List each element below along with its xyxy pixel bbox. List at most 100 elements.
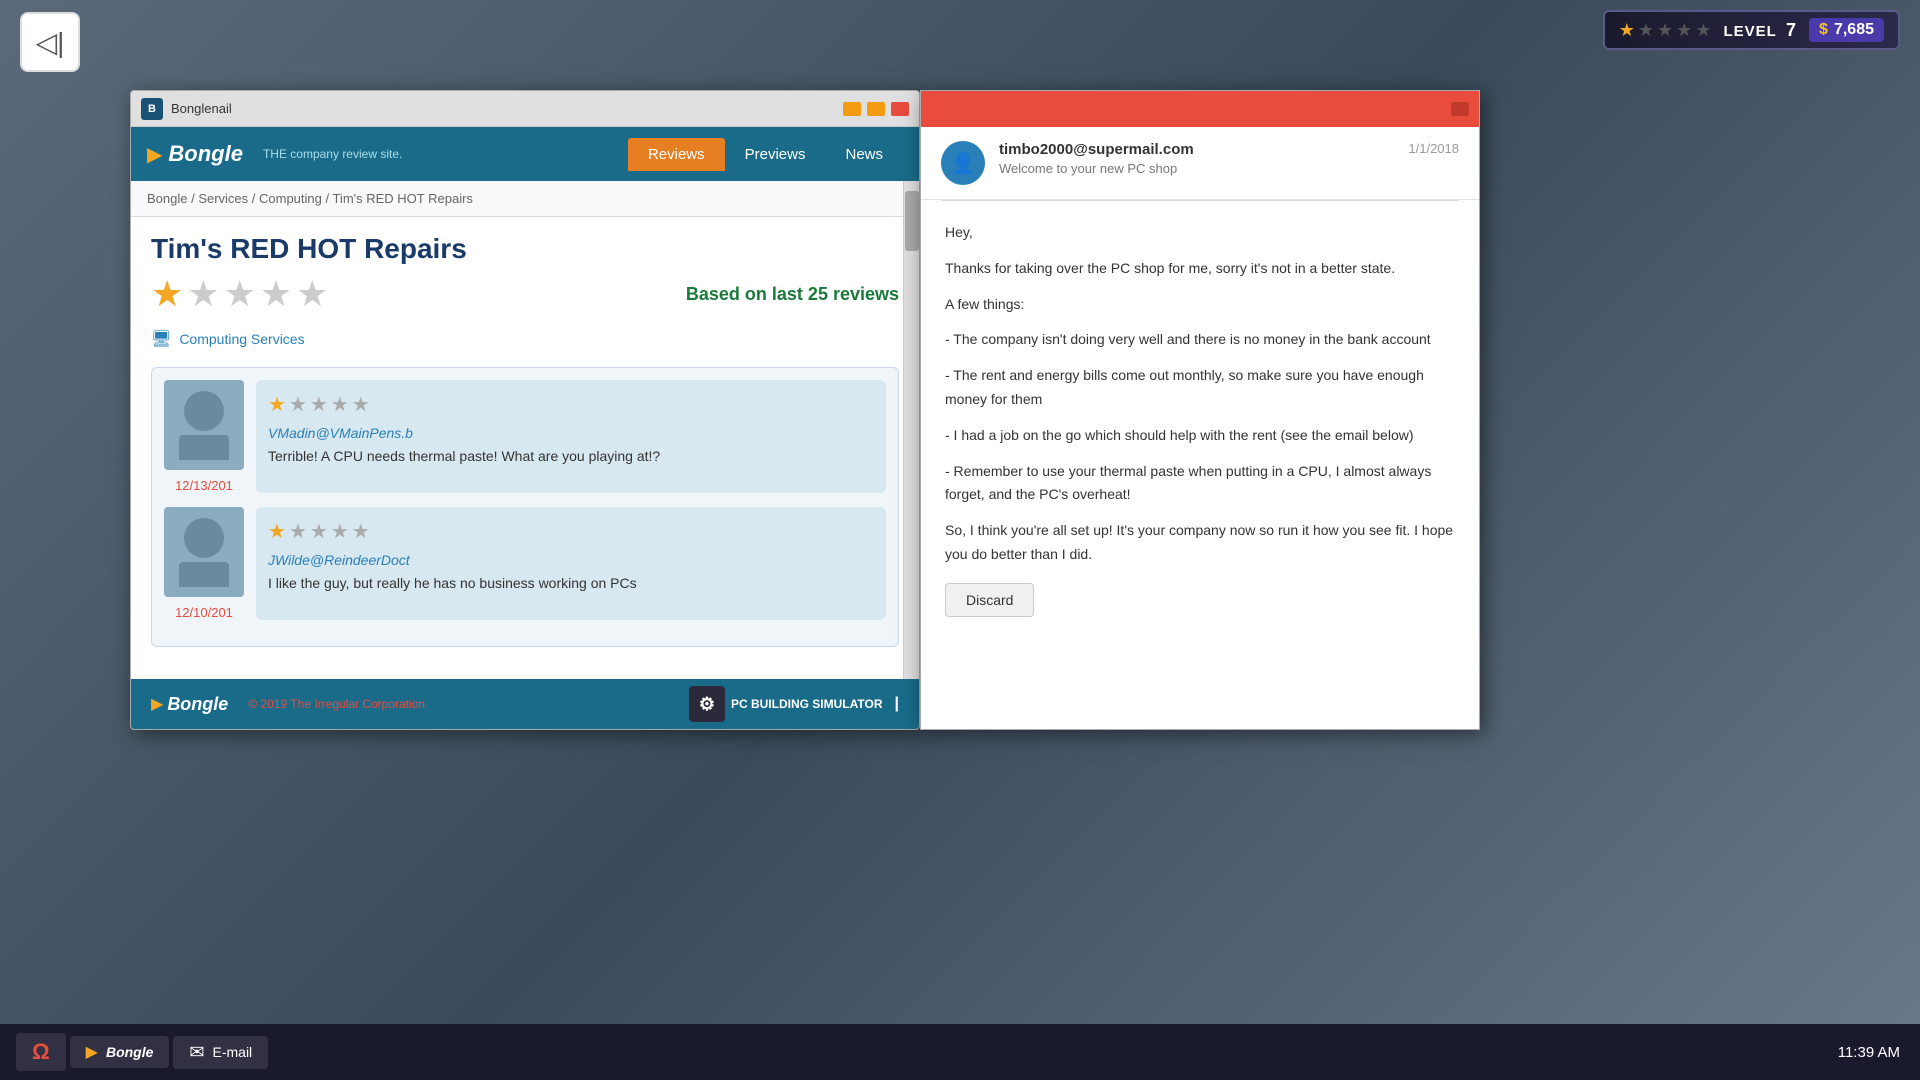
- avatar-head-1: [184, 391, 224, 431]
- listing-area: Tim's RED HOT Repairs ★ ★ ★ ★ ★ Based on…: [131, 217, 919, 663]
- review-content-2: ★ ★ ★ ★ ★ JWilde@ReindeerDoct I like the…: [256, 507, 886, 620]
- bongle-arrow-icon: ▶: [147, 142, 162, 167]
- rev-star-1-1: ★: [268, 392, 286, 417]
- rev-star-1-2: ★: [289, 392, 307, 417]
- listing-star-4: ★: [260, 273, 292, 315]
- taskbar-item-bongle[interactable]: ▶ Bongle: [70, 1036, 170, 1068]
- email-header: 👤 timbo2000@supermail.com Welcome to you…: [921, 127, 1479, 200]
- reviews-container: 12/13/201 ★ ★ ★ ★ ★ VMadin@VMainPens.b T…: [151, 367, 899, 647]
- bongle-window: B Bonglenail ▶ Bongle THE company review…: [130, 90, 920, 730]
- avatar-body-1: [179, 435, 229, 460]
- bongle-logo: ▶ Bongle: [147, 141, 243, 167]
- review-stars-2: ★ ★ ★ ★ ★: [268, 519, 874, 544]
- bongle-tagline: THE company review site.: [263, 147, 608, 161]
- hud-star-5: ★: [1695, 20, 1711, 41]
- footer-bongle-text: Bongle: [167, 694, 228, 715]
- footer-arrow-icon: ▶: [151, 694, 163, 714]
- taskbar-item-omega[interactable]: Ω: [16, 1033, 66, 1071]
- avatar-body-2: [179, 562, 229, 587]
- email-titlebar: [921, 91, 1479, 127]
- hud-stars: ★ ★ ★ ★ ★: [1619, 20, 1712, 41]
- tab-previews[interactable]: Previews: [725, 138, 826, 171]
- review-text-2: I like the guy, but really he has no bus…: [268, 574, 874, 594]
- email-body: Hey, Thanks for taking over the PC shop …: [921, 201, 1479, 730]
- email-window: 👤 timbo2000@supermail.com Welcome to you…: [920, 90, 1480, 730]
- rev-star-1-5: ★: [352, 392, 370, 417]
- scrollbar-track[interactable]: [903, 181, 919, 681]
- review-stars-1: ★ ★ ★ ★ ★: [268, 392, 874, 417]
- hud-level-value: 7: [1786, 20, 1797, 40]
- hud-star-4: ★: [1676, 20, 1692, 41]
- rev-star-2-4: ★: [331, 519, 349, 544]
- taskbar-bongle-label: Bongle: [106, 1044, 153, 1060]
- email-line-6: - I had a job on the go which should hel…: [945, 424, 1455, 448]
- footer-copyright: © 2019 The Irregular Corporation: [248, 697, 669, 711]
- listing-stars: ★ ★ ★ ★ ★: [151, 273, 328, 315]
- listing-stars-row: ★ ★ ★ ★ ★ Based on last 25 reviews: [151, 273, 899, 315]
- reviewer-2: 12/10/201: [164, 507, 244, 620]
- minimize-button[interactable]: [843, 102, 861, 116]
- back-button[interactable]: ◁|: [20, 12, 80, 72]
- email-date: 1/1/2018: [1408, 141, 1459, 156]
- footer-pc-logo: ⚙ PC BUILDING SIMULATOR |: [689, 686, 899, 722]
- email-line-1: Hey,: [945, 221, 1455, 245]
- email-line-3: A few things:: [945, 293, 1455, 317]
- back-arrow-icon: ◁|: [36, 26, 65, 59]
- hud-star-1: ★: [1619, 20, 1635, 41]
- bongle-footer: ▶ Bongle © 2019 The Irregular Corporatio…: [131, 679, 919, 729]
- reviewer-avatar-1: [164, 380, 244, 470]
- reviewer-1: 12/13/201: [164, 380, 244, 493]
- reviewer-name-2: JWilde@ReindeerDoct: [268, 552, 874, 568]
- email-from: timbo2000@supermail.com Welcome to your …: [999, 141, 1394, 176]
- email-line-7: - Remember to use your thermal paste whe…: [945, 460, 1455, 508]
- footer-pc-label: PC BUILDING SIMULATOR: [731, 697, 883, 711]
- window-title: Bonglenail: [171, 101, 835, 116]
- tab-reviews[interactable]: Reviews: [628, 138, 725, 171]
- email-close-button[interactable]: [1451, 102, 1469, 116]
- email-line-4: - The company isn't doing very well and …: [945, 328, 1455, 352]
- review-date-1: 12/13/201: [175, 478, 233, 493]
- review-item-2: 12/10/201 ★ ★ ★ ★ ★ JWilde@ReindeerDoct …: [164, 507, 886, 620]
- footer-pc-icon: ⚙: [689, 686, 725, 722]
- bongle-navbar: ▶ Bongle THE company review site. Review…: [131, 127, 919, 181]
- email-line-2: Thanks for taking over the PC shop for m…: [945, 257, 1455, 281]
- hud-star-2: ★: [1638, 20, 1654, 41]
- maximize-button[interactable]: [867, 102, 885, 116]
- rev-star-1-4: ★: [331, 392, 349, 417]
- review-item-1: 12/13/201 ★ ★ ★ ★ ★ VMadin@VMainPens.b T…: [164, 380, 886, 493]
- review-text-1: Terrible! A CPU needs thermal paste! Wha…: [268, 447, 874, 467]
- close-button[interactable]: [891, 102, 909, 116]
- rev-star-2-3: ★: [310, 519, 328, 544]
- listing-star-1: ★: [151, 273, 183, 315]
- avatar-icon: 👤: [951, 151, 976, 176]
- taskbar: Ω ▶ Bongle ✉ E-mail 11:39 AM: [0, 1024, 1920, 1080]
- hud-money: $ 7,685: [1809, 18, 1884, 42]
- email-line-5: - The rent and energy bills come out mon…: [945, 364, 1455, 412]
- rev-star-2-1: ★: [268, 519, 286, 544]
- taskbar-clock: 11:39 AM: [1838, 1044, 1900, 1061]
- balance-amount: 7,685: [1834, 21, 1874, 39]
- category-label: Computing Services: [179, 331, 304, 347]
- tab-news[interactable]: News: [825, 138, 903, 171]
- category-icon: 🖥: [151, 329, 171, 349]
- email-taskbar-icon: ✉: [189, 1042, 204, 1063]
- review-date-2: 12/10/201: [175, 605, 233, 620]
- bongle-logo-text: Bongle: [168, 141, 243, 167]
- hud-level: LEVEL 7: [1723, 20, 1797, 41]
- rev-star-2-5: ★: [352, 519, 370, 544]
- taskbar-item-email[interactable]: ✉ E-mail: [173, 1036, 268, 1069]
- scrollbar-thumb[interactable]: [905, 191, 919, 251]
- breadcrumb: Bongle / Services / Computing / Tim's RE…: [131, 181, 919, 217]
- taskbar-email-label: E-mail: [213, 1044, 253, 1060]
- discard-button[interactable]: Discard: [945, 583, 1034, 617]
- rev-star-2-2: ★: [289, 519, 307, 544]
- nav-tabs: Reviews Previews News: [628, 138, 903, 171]
- rev-star-1-3: ★: [310, 392, 328, 417]
- hud-star-3: ★: [1657, 20, 1673, 41]
- window-titlebar: B Bonglenail: [131, 91, 919, 127]
- listing-star-2: ★: [187, 273, 219, 315]
- email-sender-avatar: 👤: [941, 141, 985, 185]
- reviewer-name-1: VMadin@VMainPens.b: [268, 425, 874, 441]
- email-sender-address: timbo2000@supermail.com: [999, 141, 1394, 158]
- listing-star-5: ★: [296, 273, 328, 315]
